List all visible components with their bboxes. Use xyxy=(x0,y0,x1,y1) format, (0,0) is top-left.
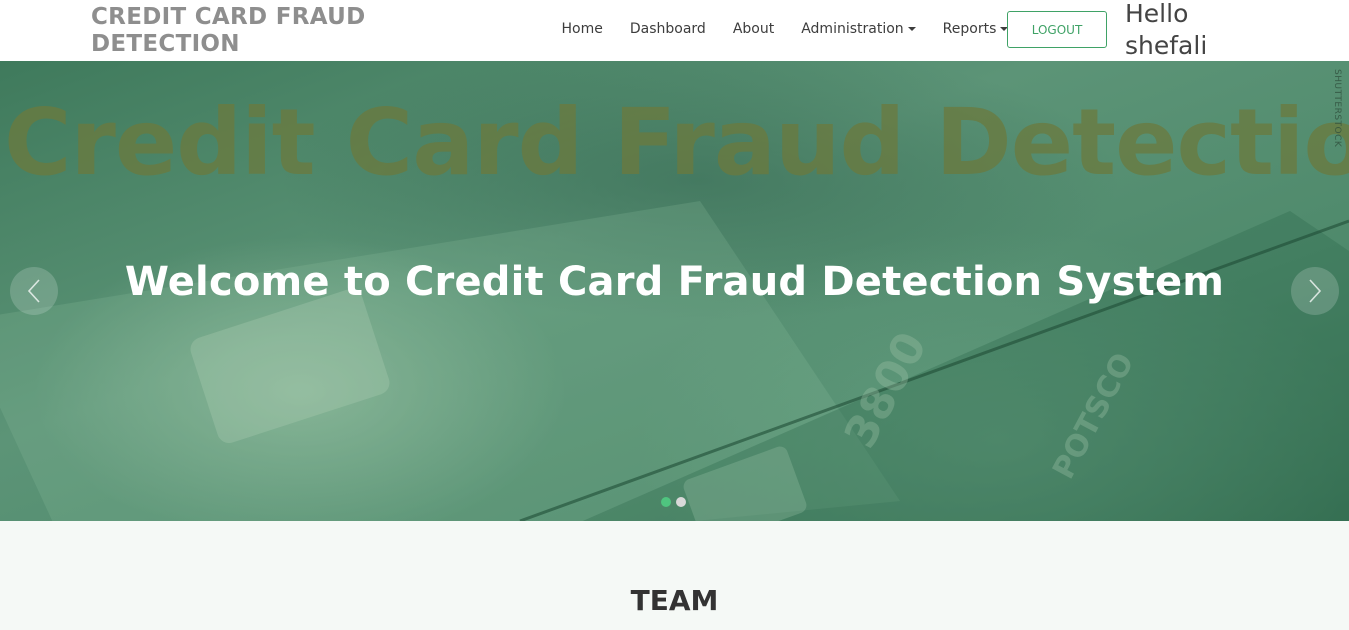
nav-dashboard[interactable]: Dashboard xyxy=(616,21,719,37)
nav-about[interactable]: About xyxy=(719,21,787,37)
nav-administration-label: Administration xyxy=(801,21,904,37)
chevron-right-icon xyxy=(1309,279,1322,303)
logout-button[interactable]: LOGOUT xyxy=(1007,11,1107,48)
chevron-left-icon xyxy=(27,279,40,303)
nav-home-label: Home xyxy=(561,21,603,37)
carousel-indicators xyxy=(661,497,686,507)
site-brand[interactable]: CREDIT CARD FRAUD DETECTION xyxy=(91,4,411,58)
top-navbar: CREDIT CARD FRAUD DETECTION Home Dashboa… xyxy=(0,0,1349,61)
carousel-next-button[interactable] xyxy=(1291,267,1339,315)
carousel-dot-2[interactable] xyxy=(676,497,686,507)
user-greeting: Hello shefali xyxy=(1125,0,1208,60)
caret-down-icon xyxy=(907,27,916,31)
carousel-dot-1[interactable] xyxy=(661,497,671,507)
hero-heading: Welcome to Credit Card Fraud Detection S… xyxy=(124,259,1225,305)
hero-background-title: Credit Card Fraud Detection xyxy=(4,89,1349,196)
nav-about-label: About xyxy=(732,21,775,37)
nav-home[interactable]: Home xyxy=(548,21,616,37)
nav-dashboard-label: Dashboard xyxy=(629,21,706,37)
image-watermark: SHUTTERSTOCK xyxy=(1332,69,1342,148)
team-section: TEAM xyxy=(0,521,1349,630)
hero-carousel: 3800 POTSCO Credit Card Fraud Detection … xyxy=(0,61,1349,521)
carousel-prev-button[interactable] xyxy=(10,267,58,315)
team-title: TEAM xyxy=(630,584,719,617)
nav-administration-dropdown[interactable]: Administration xyxy=(788,21,929,37)
main-nav: Home Dashboard About Administration Repo… xyxy=(548,0,1022,58)
nav-reports-label: Reports xyxy=(942,21,997,37)
